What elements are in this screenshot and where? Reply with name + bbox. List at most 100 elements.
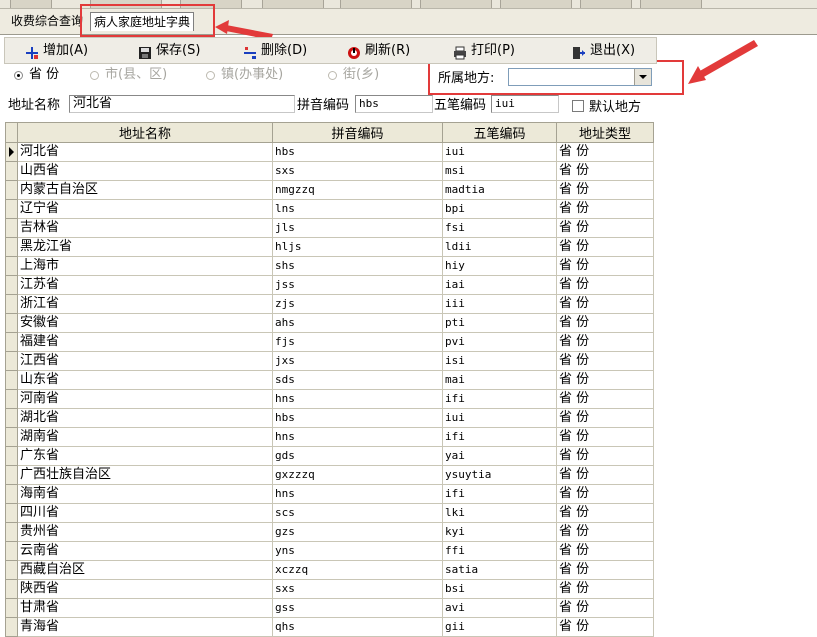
cell-type[interactable]: 省 份	[556, 275, 654, 295]
default-region-checkbox[interactable]: 默认地方	[572, 96, 641, 115]
table-row[interactable]: 山西省 sxs msi 省 份	[5, 161, 654, 181]
cell-pinyin[interactable]: lns	[272, 199, 443, 219]
cell-pinyin[interactable]: hns	[272, 427, 443, 447]
cell-pinyin[interactable]: gxzzzq	[272, 465, 443, 485]
cell-address-name[interactable]: 湖北省	[17, 408, 273, 428]
table-row[interactable]: 辽宁省 lns bpi 省 份	[5, 199, 654, 219]
cell-type[interactable]: 省 份	[556, 199, 654, 219]
table-row[interactable]: 河南省 hns ifi 省 份	[5, 389, 654, 409]
cell-pinyin[interactable]: hbs	[272, 142, 443, 162]
table-row[interactable]: 湖北省 hbs iui 省 份	[5, 408, 654, 428]
cell-type[interactable]: 省 份	[556, 541, 654, 561]
row-indicator[interactable]	[5, 161, 18, 181]
row-indicator[interactable]	[5, 313, 18, 333]
table-row[interactable]: 云南省 yns ffi 省 份	[5, 541, 654, 561]
radio-street[interactable]: 街(乡)	[328, 66, 379, 84]
row-indicator[interactable]	[5, 560, 18, 580]
cell-wubi[interactable]: hiy	[442, 256, 557, 276]
row-indicator[interactable]	[5, 218, 18, 238]
row-indicator[interactable]	[5, 370, 18, 390]
cell-address-name[interactable]: 甘肃省	[17, 598, 273, 618]
cell-wubi[interactable]: ffi	[442, 541, 557, 561]
row-indicator[interactable]	[5, 332, 18, 352]
column-header-pinyin[interactable]: 拼音编码	[272, 122, 443, 143]
row-indicator[interactable]	[5, 484, 18, 504]
row-indicator[interactable]	[5, 617, 18, 637]
column-header-address-name[interactable]: 地址名称	[17, 122, 273, 143]
cell-pinyin[interactable]: qhs	[272, 617, 443, 637]
checkbox-box[interactable]	[572, 99, 584, 112]
cell-pinyin[interactable]: sxs	[272, 161, 443, 181]
row-indicator[interactable]	[5, 465, 18, 485]
radio-city[interactable]: 市(县、区)	[90, 66, 167, 84]
refresh-button[interactable]: 刷新(R)	[347, 38, 410, 63]
table-row[interactable]: 福建省 fjs pvi 省 份	[5, 332, 654, 352]
table-row[interactable]: 江西省 jxs isi 省 份	[5, 351, 654, 371]
cell-type[interactable]: 省 份	[556, 313, 654, 333]
cell-type[interactable]: 省 份	[556, 294, 654, 314]
column-header-wubi[interactable]: 五笔编码	[442, 122, 557, 143]
current-row-indicator-icon[interactable]	[5, 142, 18, 162]
row-indicator[interactable]	[5, 408, 18, 428]
row-indicator[interactable]	[5, 275, 18, 295]
cell-wubi[interactable]: yai	[442, 446, 557, 466]
cell-pinyin[interactable]: yns	[272, 541, 443, 561]
table-row[interactable]: 青海省 qhs gii 省 份	[5, 617, 654, 637]
radio-province[interactable]: 省 份	[14, 66, 59, 84]
row-indicator[interactable]	[5, 351, 18, 371]
cell-type[interactable]: 省 份	[556, 351, 654, 371]
cell-address-name[interactable]: 山东省	[17, 370, 273, 390]
table-row[interactable]: 江苏省 jss iai 省 份	[5, 275, 654, 295]
row-indicator[interactable]	[5, 522, 18, 542]
cell-wubi[interactable]: pti	[442, 313, 557, 333]
table-row[interactable]: 安徽省 ahs pti 省 份	[5, 313, 654, 333]
cell-address-name[interactable]: 上海市	[17, 256, 273, 276]
delete-button[interactable]: 删除(D)	[243, 38, 307, 63]
cell-address-name[interactable]: 内蒙古自治区	[17, 180, 273, 200]
row-indicator[interactable]	[5, 427, 18, 447]
row-indicator[interactable]	[5, 294, 18, 314]
cell-wubi[interactable]: pvi	[442, 332, 557, 352]
row-indicator[interactable]	[5, 503, 18, 523]
cell-address-name[interactable]: 江苏省	[17, 275, 273, 295]
cell-wubi[interactable]: iai	[442, 275, 557, 295]
cell-wubi[interactable]: iui	[442, 142, 557, 162]
cell-pinyin[interactable]: shs	[272, 256, 443, 276]
cell-pinyin[interactable]: hns	[272, 389, 443, 409]
cell-wubi[interactable]: ysuytia	[442, 465, 557, 485]
cell-type[interactable]: 省 份	[556, 237, 654, 257]
cell-pinyin[interactable]: gds	[272, 446, 443, 466]
table-row[interactable]: 山东省 sds mai 省 份	[5, 370, 654, 390]
cell-address-name[interactable]: 陕西省	[17, 579, 273, 599]
cell-type[interactable]: 省 份	[556, 465, 654, 485]
cell-address-name[interactable]: 山西省	[17, 161, 273, 181]
cell-type[interactable]: 省 份	[556, 484, 654, 504]
row-indicator[interactable]	[5, 579, 18, 599]
table-row[interactable]: 内蒙古自治区 nmgzzq madtia 省 份	[5, 180, 654, 200]
table-row[interactable]: 西藏自治区 xczzq satia 省 份	[5, 560, 654, 580]
row-indicator[interactable]	[5, 199, 18, 219]
cell-address-name[interactable]: 福建省	[17, 332, 273, 352]
cell-pinyin[interactable]: ahs	[272, 313, 443, 333]
cell-wubi[interactable]: ldii	[442, 237, 557, 257]
cell-address-name[interactable]: 西藏自治区	[17, 560, 273, 580]
table-row[interactable]: 甘肃省 gss avi 省 份	[5, 598, 654, 618]
cell-type[interactable]: 省 份	[556, 617, 654, 637]
cell-address-name[interactable]: 河北省	[17, 142, 273, 162]
cell-pinyin[interactable]: gss	[272, 598, 443, 618]
cell-pinyin[interactable]: scs	[272, 503, 443, 523]
cell-address-name[interactable]: 四川省	[17, 503, 273, 523]
cell-type[interactable]: 省 份	[556, 142, 654, 162]
table-row[interactable]: 黑龙江省 hljs ldii 省 份	[5, 237, 654, 257]
table-row[interactable]: 海南省 hns ifi 省 份	[5, 484, 654, 504]
dropdown-arrow-icon[interactable]	[634, 69, 651, 85]
cell-pinyin[interactable]: jxs	[272, 351, 443, 371]
table-row[interactable]: 浙江省 zjs iii 省 份	[5, 294, 654, 314]
cell-address-name[interactable]: 河南省	[17, 389, 273, 409]
cell-address-name[interactable]: 广东省	[17, 446, 273, 466]
print-button[interactable]: 打印(P)	[453, 38, 515, 63]
cell-pinyin[interactable]: hns	[272, 484, 443, 504]
cell-pinyin[interactable]: jls	[272, 218, 443, 238]
row-indicator[interactable]	[5, 446, 18, 466]
cell-wubi[interactable]: mai	[442, 370, 557, 390]
